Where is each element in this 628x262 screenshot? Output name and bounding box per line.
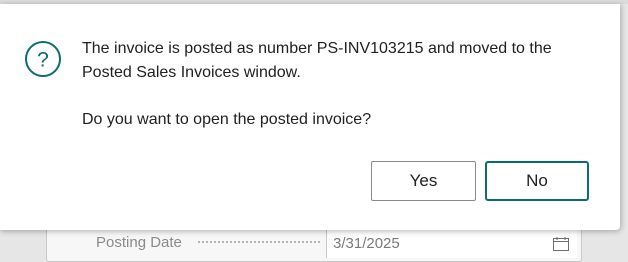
confirm-dialog: ? The invoice is posted as number PS-INV…: [0, 4, 620, 230]
posting-date-input[interactable]: 3/31/2025: [326, 230, 577, 258]
calendar-icon[interactable]: [553, 237, 569, 251]
field-leader-dots: [198, 241, 320, 243]
no-button[interactable]: No: [485, 161, 589, 201]
yes-button[interactable]: Yes: [371, 161, 476, 201]
posting-date-value: 3/31/2025: [333, 235, 400, 252]
question-text: Do you want to open the posted invoice?: [82, 111, 372, 128]
message-line-2: Posted Sales Invoices window.: [82, 64, 301, 81]
question-circle-icon: ?: [25, 41, 61, 77]
posting-date-label: Posting Date: [96, 234, 182, 251]
svg-text:?: ?: [37, 49, 49, 72]
dialog-message: The invoice is posted as number PS-INV10…: [82, 37, 602, 132]
message-line-1: The invoice is posted as number PS-INV10…: [82, 40, 552, 57]
message-text: The invoice is posted as number PS-INV10…: [82, 37, 602, 85]
